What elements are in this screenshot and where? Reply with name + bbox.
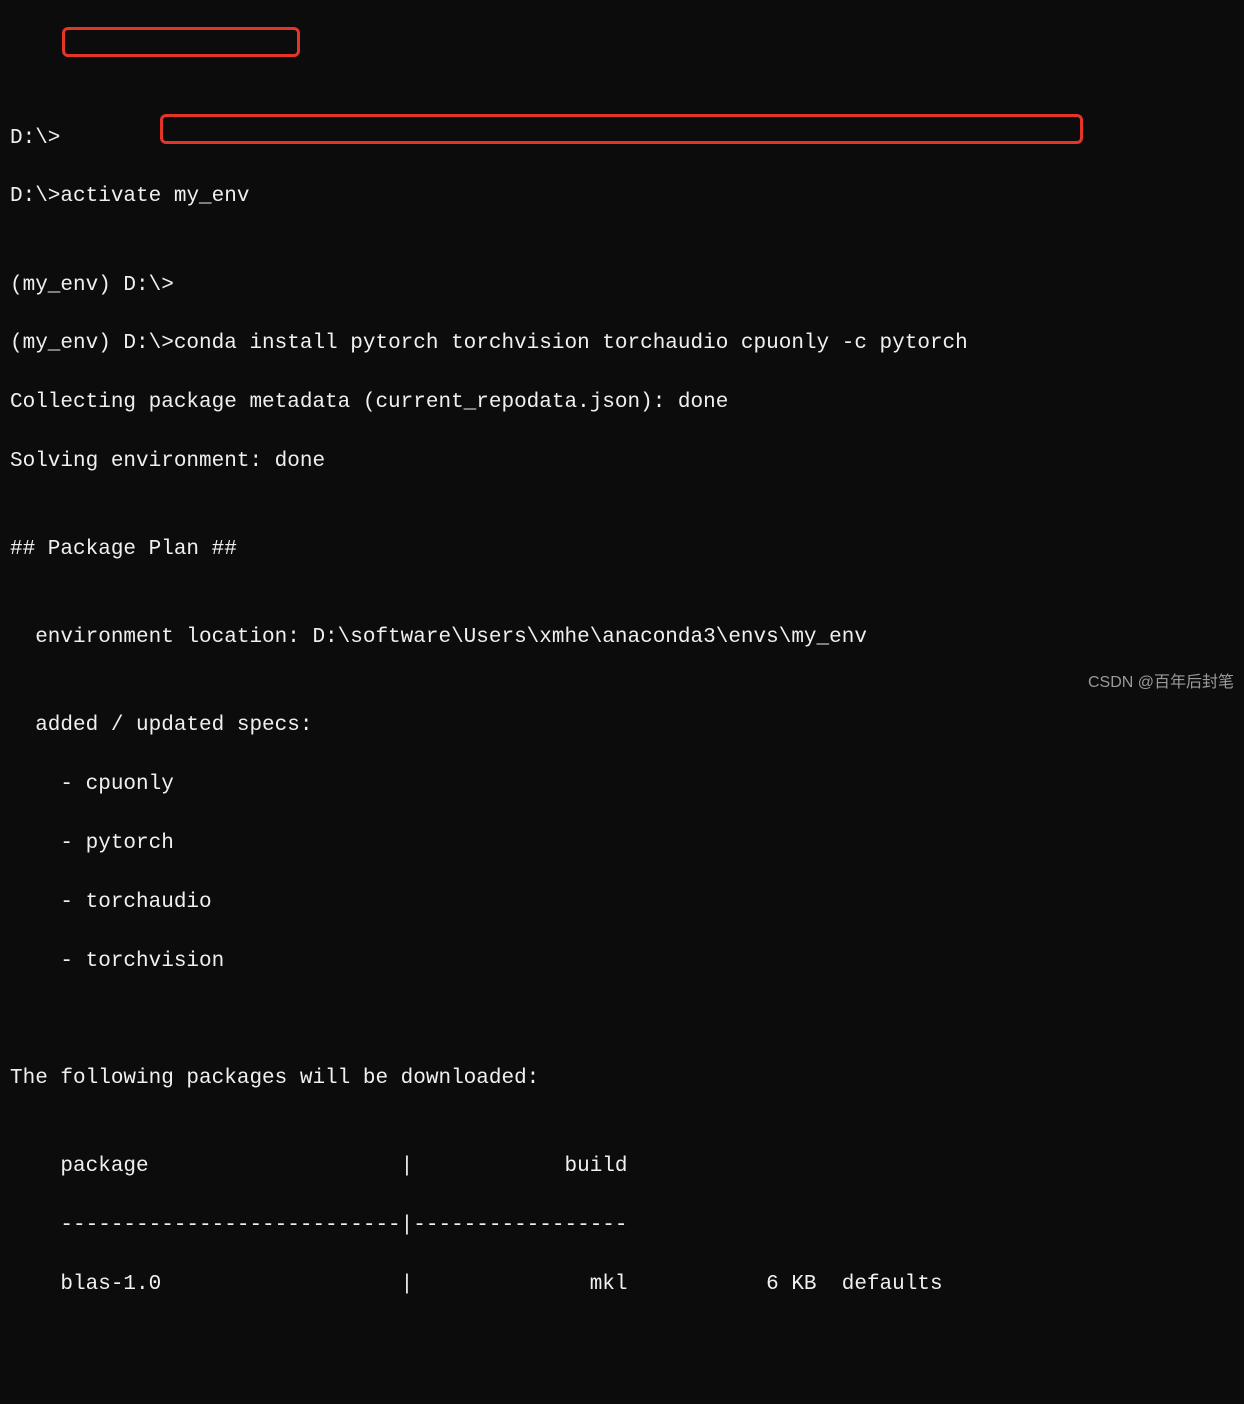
spec-item: - torchaudio [10,888,1234,917]
terminal-output: Collecting package metadata (current_rep… [10,388,1234,417]
prompt: D:\> [10,185,60,208]
spec-item: - pytorch [10,829,1234,858]
watermark: CSDN @百年后封笔 [1088,672,1234,694]
prompt: D:\> [10,127,60,150]
terminal-line: (my_env) D:\>conda install pytorch torch… [10,329,1234,358]
table-divider: ---------------------------|------------… [10,1211,1234,1240]
command-input[interactable]: activate my_env [60,185,249,208]
table-header: package | build [10,1152,1234,1181]
highlight-box-activate [62,27,300,57]
terminal-line: D:\> [10,124,1234,153]
prompt: (my_env) D:\> [10,332,174,355]
terminal-output: Solving environment: done [10,447,1234,476]
download-header: The following packages will be downloade… [10,1064,1234,1093]
specs-header: added / updated specs: [10,711,1234,740]
terminal-line: (my_env) D:\> [10,271,1234,300]
table-row: blas-1.0 | mkl 6 KB defaults [10,1270,1234,1299]
command-input[interactable]: conda install pytorch torchvision torcha… [174,332,968,355]
prompt: (my_env) D:\> [10,274,174,297]
package-plan-header: ## Package Plan ## [10,535,1234,564]
terminal-line: D:\>activate my_env [10,182,1234,211]
env-location: environment location: D:\software\Users\… [10,623,1234,652]
spec-item: - torchvision [10,947,1234,976]
spec-item: - cpuonly [10,770,1234,799]
